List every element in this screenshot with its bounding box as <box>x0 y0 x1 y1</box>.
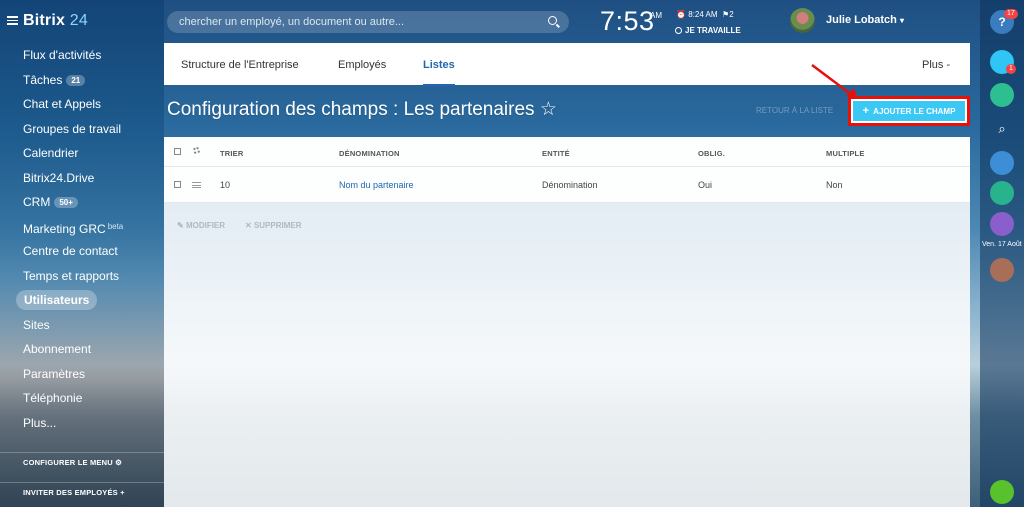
left-sidebar: Bitrix 24 Flux d'activités Tâches 21 Chat… <box>0 0 164 507</box>
row-checkbox[interactable] <box>174 181 181 188</box>
sidebar-item-contact-center[interactable]: Centre de contact <box>0 241 164 266</box>
sidebar-item-parametres[interactable]: Paramètres <box>0 364 164 389</box>
user-menu[interactable]: Julie Lobatch ▾ <box>826 14 904 26</box>
sidebar-item-utilisateurs[interactable]: Utilisateurs <box>0 290 164 315</box>
highlight-box: + AJOUTER LE CHAMP <box>848 96 970 126</box>
sidebar-item-drive[interactable]: Bitrix24.Drive <box>0 168 164 193</box>
search-input[interactable] <box>179 16 539 28</box>
avatar[interactable] <box>990 258 1014 282</box>
status-icon <box>675 27 682 34</box>
sidebar-item-temps[interactable]: Temps et rapports <box>0 266 164 291</box>
search-icon[interactable]: ⌕ <box>990 117 1014 141</box>
sidebar-item-flux[interactable]: Flux d'activités <box>0 45 164 70</box>
tab-listes[interactable]: Listes <box>423 59 455 86</box>
configure-menu-button[interactable]: CONFIGURER LE MENU ⚙ <box>0 452 164 474</box>
phone-icon[interactable] <box>990 480 1014 504</box>
alarm-icon: ⏰ <box>676 10 686 19</box>
notification-badge: 1 <box>1006 64 1016 74</box>
beta-label: beta <box>107 221 124 231</box>
sidebar-item-plus[interactable]: Plus... <box>0 413 164 438</box>
call-contact-icon[interactable] <box>990 181 1014 205</box>
column-header-entity[interactable]: ENTITÉ <box>542 149 570 158</box>
edit-button[interactable]: ✎ MODIFIER <box>177 221 225 230</box>
recent-date-label: Ven. 17 Août <box>982 241 1022 248</box>
gear-icon: ⚙ <box>115 458 123 467</box>
sidebar-item-sites[interactable]: Sites <box>0 315 164 340</box>
sidebar-item-groupes[interactable]: Groupes de travail <box>0 119 164 144</box>
settings-gear-icon[interactable] <box>193 147 200 154</box>
sidebar-item-abonnement[interactable]: Abonnement <box>0 339 164 364</box>
drag-handle-icon[interactable] <box>192 182 201 188</box>
sidebar-item-taches[interactable]: Tâches 21 <box>0 70 164 95</box>
sidebar-item-calendrier[interactable]: Calendrier <box>0 143 164 168</box>
fields-panel: TRIER DÉNOMINATION ENTITÉ OBLIG. MULTIPL… <box>164 137 970 507</box>
sidebar-item-marketing[interactable]: Marketing GRC beta <box>0 217 164 242</box>
counter-badge: 21 <box>66 74 86 86</box>
clock: 7:53 <box>600 6 655 36</box>
close-icon: ✕ <box>245 221 252 230</box>
call-contact-icon[interactable] <box>990 212 1014 236</box>
counter-badge: 50+ <box>54 197 78 208</box>
select-all-checkbox[interactable] <box>174 148 181 155</box>
column-header-name[interactable]: DÉNOMINATION <box>339 149 400 158</box>
tab-more[interactable]: Plus - <box>922 59 950 71</box>
cell-entity: Dénomination <box>542 180 598 190</box>
table-row[interactable]: 10 Nom du partenaire Dénomination Oui No… <box>164 167 970 203</box>
cell-name-link[interactable]: Nom du partenaire <box>339 180 414 190</box>
invite-employees-button[interactable]: INVITER DES EMPLOYÉS + <box>0 482 164 504</box>
chat-icon[interactable] <box>990 83 1014 107</box>
column-header-required[interactable]: OBLIG. <box>698 149 725 158</box>
menu-toggle-icon[interactable] <box>7 16 18 25</box>
right-sidebar: ? 17 1 ⌕ Ven. 17 Août <box>980 0 1024 507</box>
avatar[interactable] <box>790 8 815 33</box>
workday-status[interactable]: JE TRAVAILLE <box>675 26 741 35</box>
clock-ampm: AM <box>650 11 662 20</box>
workday-info: ⏰ 8:24 AM ⚑2 <box>676 10 734 19</box>
table-header: TRIER DÉNOMINATION ENTITÉ OBLIG. MULTIPL… <box>164 137 970 167</box>
tab-employes[interactable]: Employés <box>338 59 386 71</box>
help-badge: 17 <box>1004 9 1018 19</box>
sidebar-item-chat[interactable]: Chat et Appels <box>0 94 164 119</box>
search-box[interactable] <box>167 11 569 33</box>
add-field-button[interactable]: + AJOUTER LE CHAMP <box>853 101 965 121</box>
delete-button[interactable]: ✕ SUPPRIMER <box>245 221 302 230</box>
call-contact-icon[interactable] <box>990 151 1014 175</box>
main-menu: Flux d'activités Tâches 21 Chat et Appels… <box>0 45 164 437</box>
cell-required: Oui <box>698 180 713 190</box>
plus-icon: + <box>862 105 870 117</box>
plus-icon: + <box>120 488 125 497</box>
search-icon[interactable] <box>548 16 557 25</box>
sidebar-item-telephonie[interactable]: Téléphonie <box>0 388 164 413</box>
cell-sort: 10 <box>220 180 231 190</box>
column-header-sort[interactable]: TRIER <box>220 149 244 158</box>
sidebar-item-crm[interactable]: CRM 50+ <box>0 192 164 217</box>
back-to-list-link[interactable]: RETOUR À LA LISTE <box>756 106 833 115</box>
app-logo[interactable]: Bitrix 24 <box>23 12 88 30</box>
page-title: Configuration des champs : Les partenair… <box>167 99 557 120</box>
column-header-multiple[interactable]: MULTIPLE <box>826 149 865 158</box>
pencil-icon: ✎ <box>177 221 184 230</box>
cell-multiple: Non <box>826 180 843 190</box>
chevron-down-icon: ▾ <box>899 16 904 25</box>
tab-structure[interactable]: Structure de l'Entreprise <box>181 59 299 71</box>
